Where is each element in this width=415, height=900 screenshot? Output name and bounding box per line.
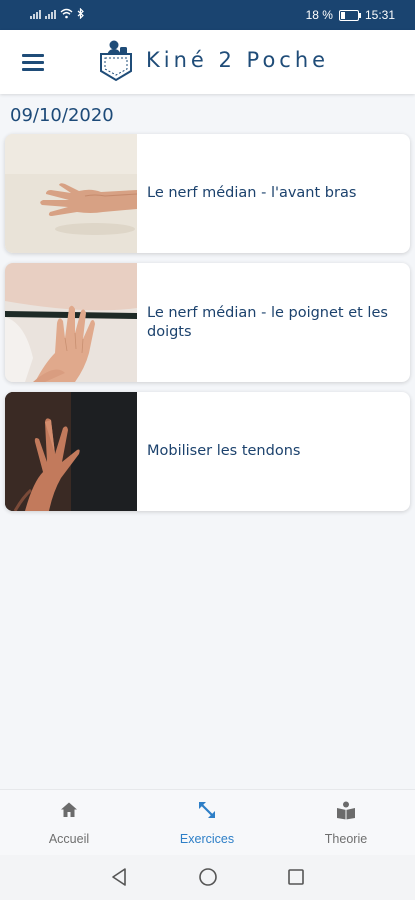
hand-on-table-photo bbox=[5, 134, 137, 253]
tab-theorie[interactable]: Theorie bbox=[277, 790, 415, 856]
app-title: Kiné 2 Poche bbox=[146, 48, 330, 72]
system-navigation-bar bbox=[0, 855, 415, 900]
exercise-list: Le nerf médian - l'avant bras Le nerf mé… bbox=[5, 134, 410, 521]
status-bar: 18 % 15:31 bbox=[0, 0, 415, 30]
exercise-card[interactable]: Le nerf médian - l'avant bras bbox=[5, 134, 410, 253]
book-reader-icon bbox=[337, 801, 355, 820]
home-circle-icon[interactable] bbox=[198, 867, 218, 887]
clock: 15:31 bbox=[364, 8, 395, 22]
back-icon[interactable] bbox=[110, 867, 128, 887]
wifi-icon bbox=[60, 8, 73, 19]
tab-label: Exercices bbox=[179, 832, 235, 846]
exercise-title: Le nerf médian - le poignet et les doigt… bbox=[147, 304, 388, 340]
date-heading: 09/10/2020 bbox=[10, 105, 114, 126]
tab-exercices[interactable]: Exercices bbox=[138, 790, 276, 856]
bottom-navigation: Accueil Exercices Theorie bbox=[0, 789, 415, 856]
exercise-title: Le nerf médian - l'avant bras bbox=[147, 185, 357, 201]
battery-icon bbox=[338, 9, 361, 21]
bluetooth-icon bbox=[77, 8, 84, 19]
tab-accueil[interactable]: Accueil bbox=[0, 790, 138, 856]
battery-percent: 18 % bbox=[305, 8, 333, 22]
pocket-logo-icon bbox=[100, 40, 132, 82]
exercise-title: Mobiliser les tendons bbox=[147, 443, 301, 459]
hands-dark-background-photo bbox=[5, 392, 137, 511]
recents-icon[interactable] bbox=[287, 867, 305, 887]
exercise-card[interactable]: Mobiliser les tendons bbox=[5, 392, 410, 511]
exercise-arrows-icon bbox=[199, 802, 215, 818]
tab-label: Theorie bbox=[324, 832, 368, 846]
signal-icon bbox=[30, 10, 41, 19]
home-icon bbox=[61, 802, 77, 817]
hand-on-wall-photo bbox=[5, 263, 137, 382]
exercise-card[interactable]: Le nerf médian - le poignet et les doigt… bbox=[5, 263, 410, 382]
signal-icon bbox=[45, 10, 56, 19]
status-icons-left bbox=[30, 8, 85, 19]
tab-label: Accueil bbox=[48, 832, 90, 846]
app-bar: Kiné 2 Poche bbox=[0, 30, 415, 94]
status-icons-right: 18 % 15:31 bbox=[306, 8, 395, 22]
hamburger-menu-icon[interactable] bbox=[18, 49, 48, 75]
